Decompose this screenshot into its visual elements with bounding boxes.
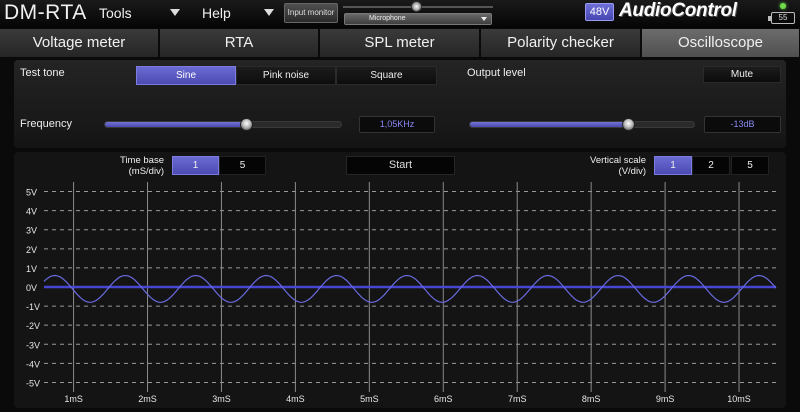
input-monitor-button[interactable]: Input monitor [284, 3, 338, 23]
x-tick-label: 10mS [727, 394, 751, 404]
phantom-power-button[interactable]: 48V [585, 3, 614, 21]
tools-menu[interactable]: Tools [99, 5, 132, 21]
y-tick-label: -5V [26, 378, 40, 388]
x-tick-label: 7mS [508, 394, 527, 404]
help-menu-arrow-icon[interactable] [264, 9, 274, 16]
chevron-down-icon [481, 17, 487, 21]
input-source-value: Microphone [369, 15, 406, 22]
x-tick-label: 3mS [212, 394, 231, 404]
test-tone-label: Test tone [20, 67, 65, 79]
oscilloscope-display: 5V 4V 3V 2V 1V 0V -1V -2V -3V -4V -5V 1mS 2mS 3mS 4mS 5… [26, 182, 777, 404]
status-indicator-icon [780, 3, 786, 9]
tab-bar: Voltage meter RTA SPL meter Polarity che… [0, 29, 800, 57]
frequency-slider-thumb[interactable] [239, 118, 253, 131]
frequency-value: 1,05KHz [359, 116, 435, 133]
audiocontrol-logo: AudioControl [619, 0, 737, 21]
app-title: DM-RTA [4, 1, 87, 24]
frequency-slider-fill [105, 122, 247, 127]
tools-menu-arrow-icon[interactable] [170, 9, 180, 16]
output-level-label: Output level [467, 67, 526, 79]
y-tick-label: -1V [26, 302, 40, 312]
input-source-select[interactable]: Microphone [344, 13, 492, 25]
output-level-slider[interactable] [469, 118, 695, 131]
y-tick-label: 1V [26, 264, 37, 274]
tab-rta[interactable]: RTA [160, 29, 319, 57]
x-tick-label: 6mS [434, 394, 453, 404]
y-tick-label: 2V [26, 245, 37, 255]
top-bar: DM-RTA Tools Help Input monitor Micropho… [0, 0, 800, 28]
battery-icon: 55 [768, 12, 795, 24]
mute-button[interactable]: Mute [703, 66, 781, 83]
tab-spl-meter[interactable]: SPL meter [320, 29, 480, 57]
y-tick-label: -2V [26, 321, 40, 331]
y-tick-label: -4V [26, 359, 40, 369]
tone-pink-noise-option[interactable]: Pink noise [236, 66, 336, 85]
x-tick-label: 5mS [360, 394, 379, 404]
y-tick-label: 5V [26, 188, 37, 198]
output-level-slider-thumb[interactable] [622, 118, 636, 131]
frequency-slider[interactable] [104, 118, 342, 131]
x-tick-label: 4mS [286, 394, 305, 404]
test-tone-panel: Test tone Sine Pink noise Square Output … [14, 60, 786, 148]
help-menu[interactable]: Help [202, 5, 231, 21]
tab-voltage-meter[interactable]: Voltage meter [0, 29, 159, 57]
y-tick-label: 3V [26, 226, 37, 236]
y-tick-label: 4V [26, 207, 37, 217]
tone-sine-option[interactable]: Sine [136, 66, 236, 85]
frequency-label: Frequency [20, 118, 72, 130]
y-tick-label: 0V [26, 283, 37, 293]
battery-level: 55 [778, 13, 788, 22]
y-tick-label: -3V [26, 340, 40, 350]
tone-square-option[interactable]: Square [336, 66, 437, 85]
x-tick-label: 2mS [138, 394, 157, 404]
oscilloscope-panel: Time base (mS/div) 1 5 Start Vertical sc… [14, 152, 786, 408]
output-level-slider-fill [470, 122, 630, 127]
tab-polarity-checker[interactable]: Polarity checker [481, 29, 641, 57]
tab-oscilloscope[interactable]: Oscilloscope [642, 29, 800, 57]
x-tick-label: 9mS [656, 394, 675, 404]
input-monitor-slider-thumb[interactable] [411, 1, 422, 12]
x-tick-label: 8mS [582, 394, 601, 404]
output-level-value: -13dB [704, 116, 781, 133]
signal-trace [43, 274, 777, 303]
x-tick-label: 1mS [64, 394, 83, 404]
